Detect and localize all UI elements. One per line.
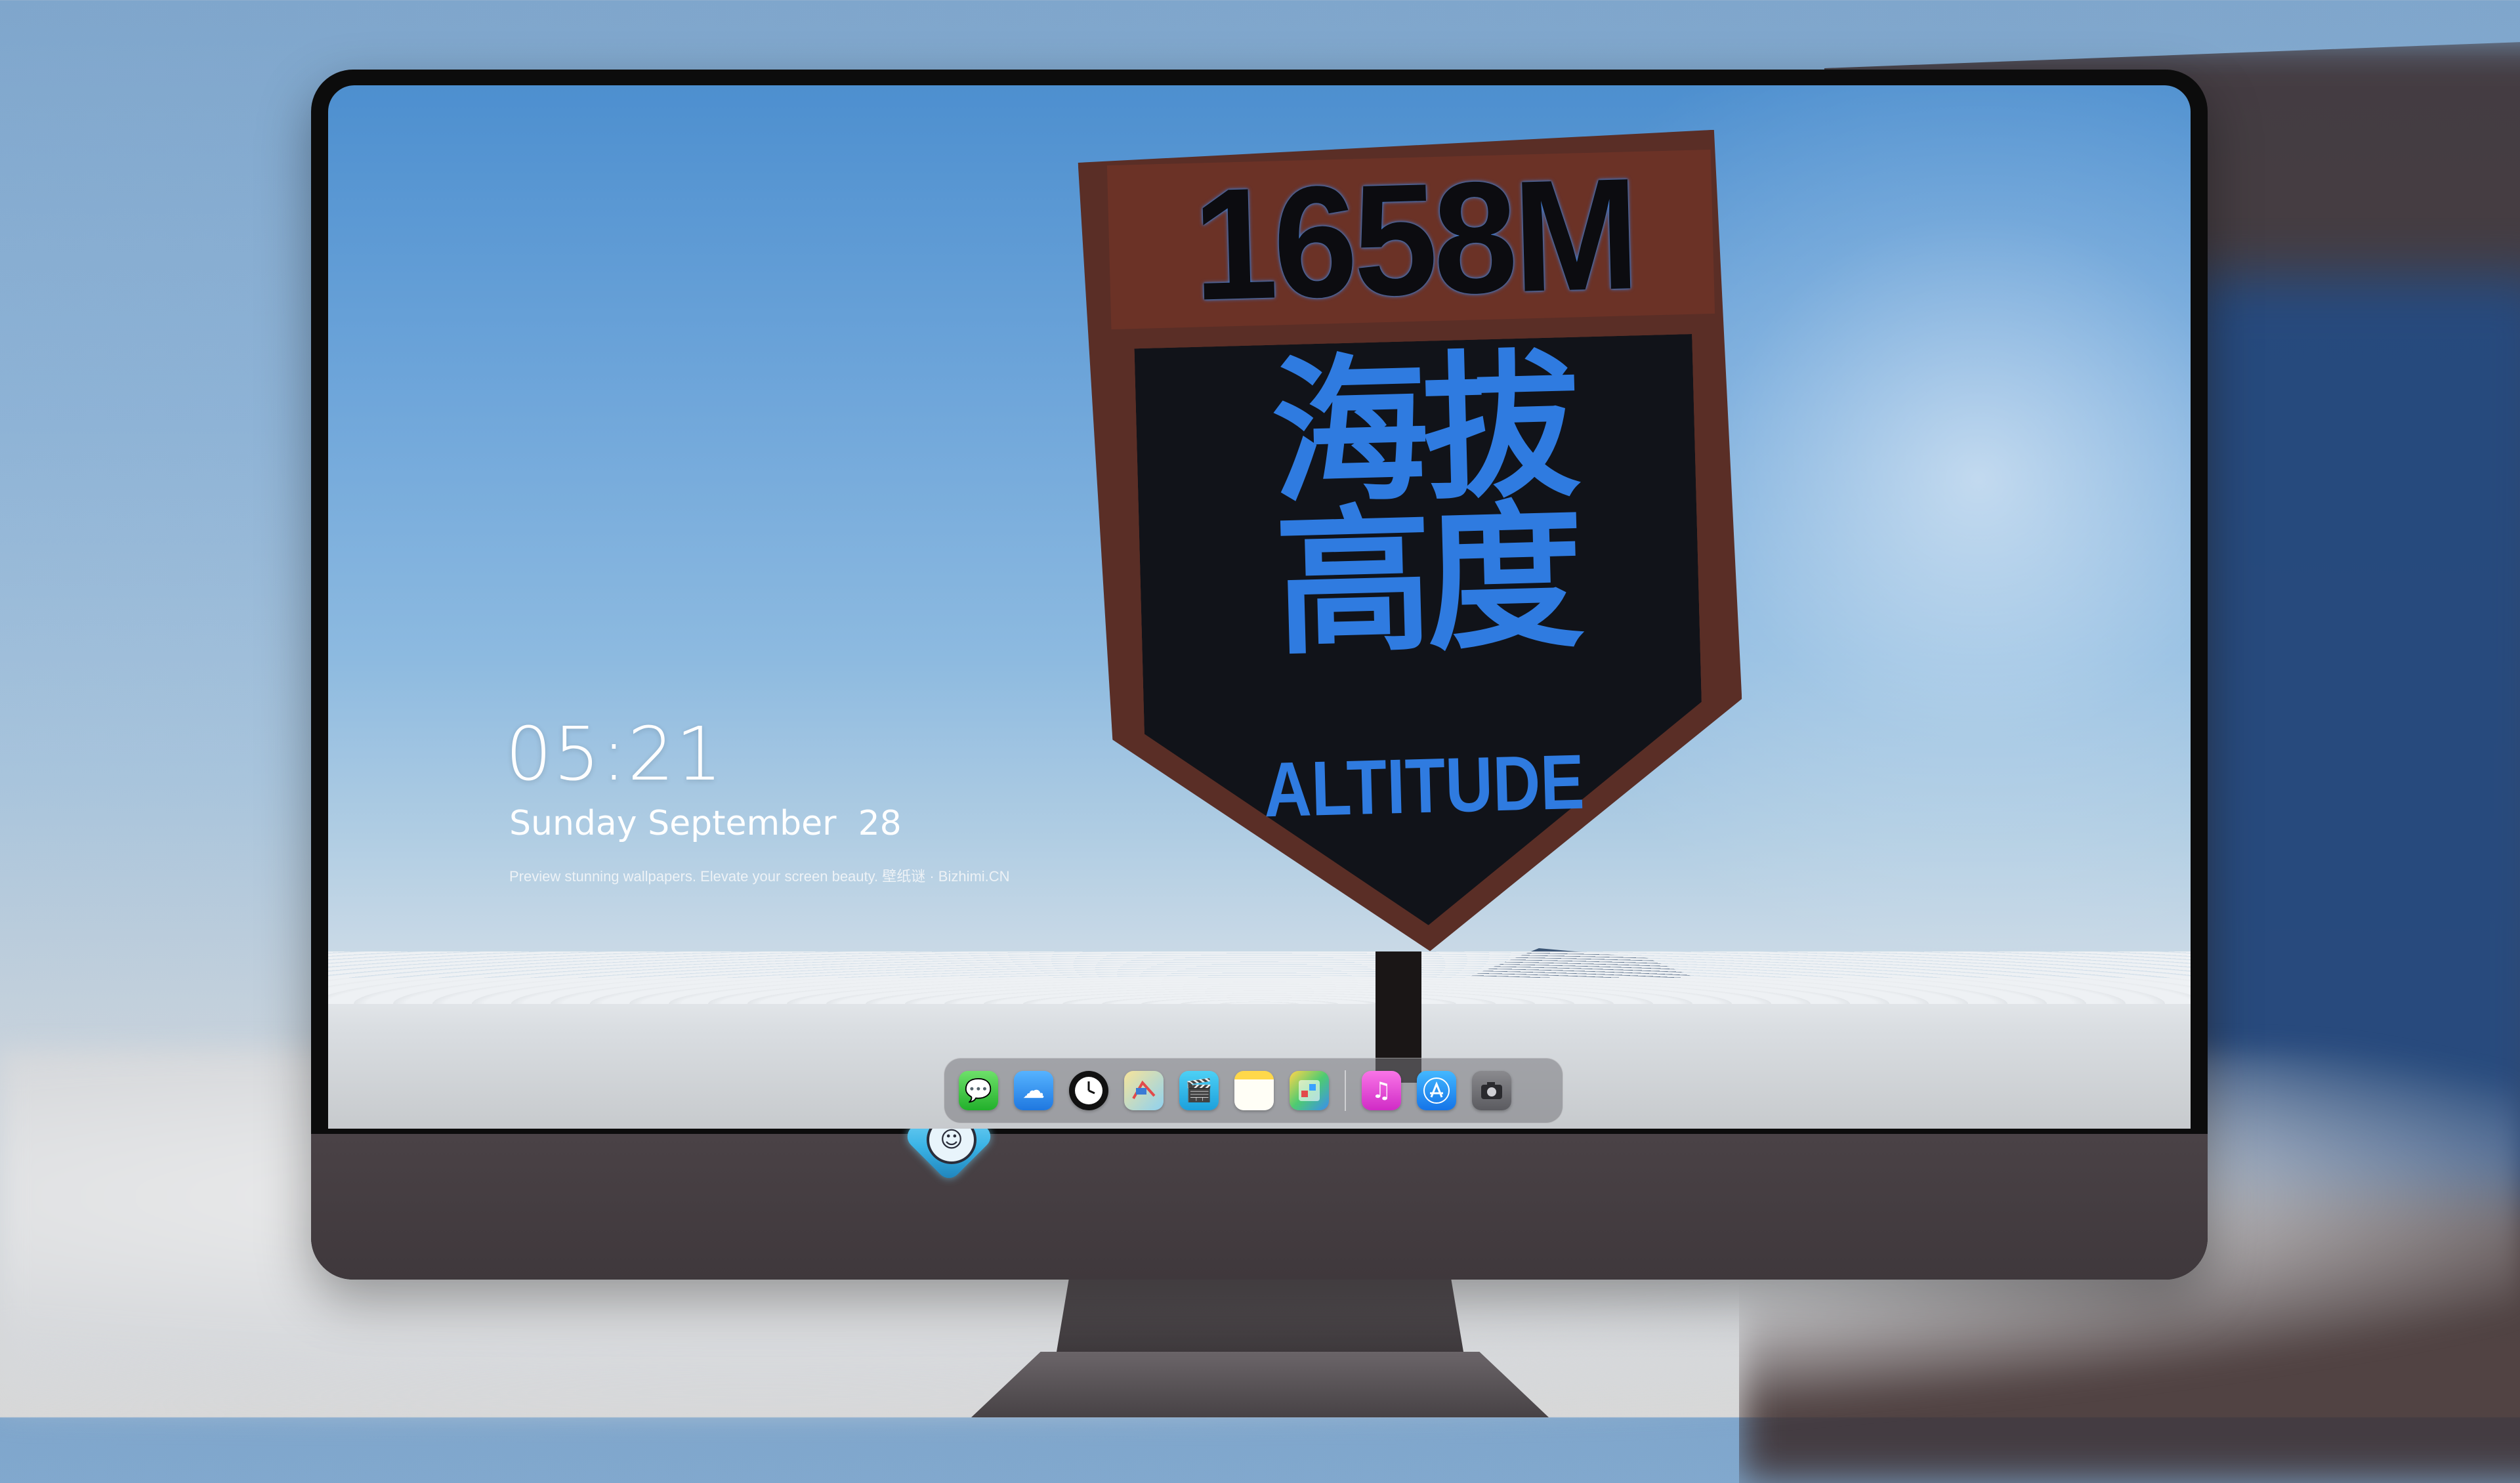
lockscreen-time: 05:21 — [505, 712, 724, 797]
dock-separator — [1345, 1070, 1346, 1111]
lockscreen-date: Sunday September 28 — [509, 804, 902, 843]
camera-glyph — [1481, 1082, 1502, 1099]
clock-icon[interactable] — [1069, 1071, 1108, 1110]
lockscreen-tagline: Preview stunning wallpapers. Elevate you… — [509, 868, 1010, 885]
notes-icon[interactable] — [1234, 1071, 1274, 1110]
app-store-icon[interactable] — [1417, 1071, 1456, 1110]
clapper-icon[interactable]: 🎬 — [1179, 1071, 1219, 1110]
monitor-stand-base — [971, 1352, 1549, 1417]
photos-icon[interactable] — [1290, 1071, 1329, 1110]
sign-altitude-text: 1658M — [1190, 144, 1638, 334]
sign-chinese-line: 海拔 高度 — [1269, 334, 1580, 677]
maps-icon[interactable] — [1124, 1071, 1164, 1110]
clock-face — [1075, 1077, 1102, 1104]
music-icon[interactable]: ♫ — [1362, 1071, 1401, 1110]
sign-english-text: ALTITUDE — [1263, 738, 1586, 834]
monitor-chin — [311, 1134, 2208, 1280]
dock: 💬 ☁ 🎬 ♫ — [944, 1058, 1563, 1123]
camera-icon[interactable] — [1472, 1071, 1511, 1110]
app-store-glyph — [1423, 1077, 1450, 1104]
monitor-stand-neck — [1057, 1280, 1463, 1352]
sign-chinese-text: 海拔 高度 — [1164, 334, 1684, 677]
weather-icon[interactable]: ☁ — [1014, 1071, 1053, 1110]
message-icon[interactable]: 💬 — [959, 1071, 998, 1110]
photos-glyph — [1299, 1080, 1320, 1101]
maps-glyph — [1132, 1080, 1156, 1100]
